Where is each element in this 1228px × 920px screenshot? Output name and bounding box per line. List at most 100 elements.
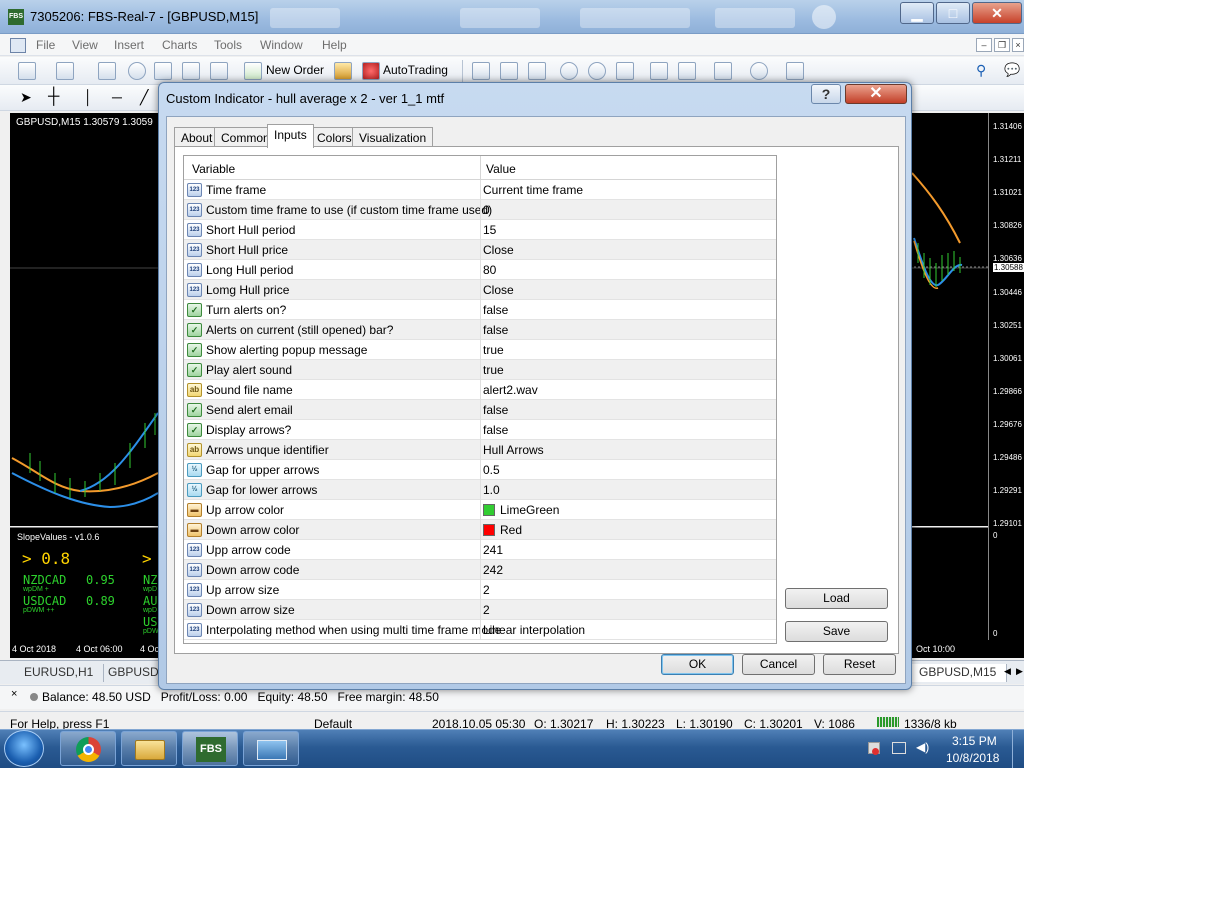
table-row[interactable]: 123 Custom time frame to use (if custom t… bbox=[184, 200, 776, 220]
network-icon[interactable] bbox=[892, 742, 906, 754]
new-chart-icon[interactable] bbox=[18, 62, 36, 80]
mdi-minimize-button[interactable]: – bbox=[976, 38, 992, 52]
line-chart-icon[interactable] bbox=[528, 62, 546, 80]
chat-icon[interactable]: 💬 bbox=[1004, 62, 1020, 78]
data-window-icon[interactable] bbox=[154, 62, 172, 80]
tab-about[interactable]: About bbox=[174, 127, 220, 147]
table-row[interactable]: ab Sound file name alert2.wav bbox=[184, 380, 776, 400]
templates-icon[interactable] bbox=[786, 62, 804, 80]
autotrading-button[interactable]: AutoTrading bbox=[383, 63, 448, 77]
value-cell[interactable]: 241 bbox=[483, 543, 503, 557]
value-cell[interactable]: LimeGreen bbox=[500, 503, 559, 517]
value-cell[interactable]: 15 bbox=[483, 223, 496, 237]
value-cell[interactable]: 242 bbox=[483, 563, 503, 577]
zoom-out-icon[interactable] bbox=[588, 62, 606, 80]
column-header-variable[interactable]: Variable bbox=[192, 162, 235, 176]
volume-icon[interactable]: ◀) bbox=[916, 740, 929, 754]
menu-window[interactable]: Window bbox=[260, 38, 303, 52]
start-button[interactable] bbox=[4, 730, 44, 767]
table-row[interactable]: ½ Gap for lower arrows 1.0 bbox=[184, 480, 776, 500]
value-cell[interactable]: Close bbox=[483, 283, 514, 297]
cursor-icon[interactable]: ➤ bbox=[20, 89, 38, 107]
vertical-line-icon[interactable]: │ bbox=[84, 89, 102, 107]
menu-file[interactable]: File bbox=[36, 38, 55, 52]
value-cell[interactable]: true bbox=[483, 343, 504, 357]
value-cell[interactable]: 1.0 bbox=[483, 483, 500, 497]
value-cell[interactable]: false bbox=[483, 303, 508, 317]
dialog-close-button[interactable]: ✕ bbox=[845, 84, 907, 104]
table-row[interactable]: ✓ Turn alerts on? false bbox=[184, 300, 776, 320]
table-row[interactable]: ✓ Alerts on current (still opened) bar? fa… bbox=[184, 320, 776, 340]
table-row[interactable]: 123 Time frame Current time frame bbox=[184, 180, 776, 200]
maximize-button[interactable]: □ bbox=[936, 2, 970, 24]
menu-charts[interactable]: Charts bbox=[162, 38, 197, 52]
indicators-icon[interactable] bbox=[714, 62, 732, 80]
terminal-icon[interactable] bbox=[182, 62, 200, 80]
table-row[interactable]: 123 Short Hull price Close bbox=[184, 240, 776, 260]
tab-inputs[interactable]: Inputs bbox=[267, 124, 314, 148]
save-button[interactable]: Save bbox=[785, 621, 888, 642]
menu-insert[interactable]: Insert bbox=[114, 38, 144, 52]
mdi-restore-button[interactable]: ❐ bbox=[994, 38, 1010, 52]
value-cell[interactable]: 0 bbox=[483, 203, 490, 217]
clock-time[interactable]: 3:15 PM bbox=[952, 734, 997, 748]
chart-window-icon[interactable] bbox=[10, 38, 26, 53]
zoom-in-icon[interactable] bbox=[560, 62, 578, 80]
terminal-close-icon[interactable]: × bbox=[11, 688, 17, 700]
tile-windows-icon[interactable] bbox=[616, 62, 634, 80]
chart-tab-gbpusd-m15[interactable]: GBPUSD,M15 bbox=[908, 664, 1008, 682]
table-row[interactable]: 123 Upp arrow code 241 bbox=[184, 540, 776, 560]
tab-scroll-right-icon[interactable]: ▶ bbox=[1016, 666, 1023, 677]
table-row[interactable]: 123 Short Hull period 15 bbox=[184, 220, 776, 240]
chart-shift-icon[interactable] bbox=[650, 62, 668, 80]
dialog-help-button[interactable]: ? bbox=[811, 84, 841, 104]
table-row[interactable]: 123 Long Hull period 80 bbox=[184, 260, 776, 280]
table-row[interactable]: ✓ Show alerting popup message true bbox=[184, 340, 776, 360]
table-row[interactable]: 123 Up arrow size 2 bbox=[184, 580, 776, 600]
new-order-button[interactable]: New Order bbox=[266, 63, 324, 77]
navigator-icon[interactable] bbox=[128, 62, 146, 80]
value-cell[interactable]: Close bbox=[483, 243, 514, 257]
load-button[interactable]: Load bbox=[785, 588, 888, 609]
table-row[interactable]: ab Arrows unque identifier Hull Arrows bbox=[184, 440, 776, 460]
search-icon[interactable]: ⚲ bbox=[976, 62, 986, 79]
periods-icon[interactable] bbox=[750, 62, 768, 80]
table-row[interactable]: 123 Lomg Hull price Close bbox=[184, 280, 776, 300]
show-desktop-button[interactable] bbox=[1012, 730, 1024, 768]
metaeditor-icon[interactable] bbox=[334, 62, 352, 80]
table-row[interactable]: 123 Interpolating method when using multi… bbox=[184, 620, 776, 640]
chart-tab-eurusd-h1[interactable]: EURUSD,H1 bbox=[14, 664, 105, 682]
horizontal-line-icon[interactable]: ─ bbox=[112, 89, 130, 107]
table-row[interactable]: ▬ Down arrow color Red bbox=[184, 520, 776, 540]
trendline-icon[interactable]: ╱ bbox=[140, 89, 158, 107]
candlestick-icon[interactable] bbox=[500, 62, 518, 80]
price-chart-left[interactable] bbox=[10, 113, 160, 526]
table-row[interactable]: ✓ Display arrows? false bbox=[184, 420, 776, 440]
table-row[interactable]: 123 Down arrow code 242 bbox=[184, 560, 776, 580]
value-cell[interactable]: Hull Arrows bbox=[483, 443, 544, 457]
table-row[interactable]: 123 Down arrow size 2 bbox=[184, 600, 776, 620]
column-divider[interactable] bbox=[480, 156, 481, 180]
menu-help[interactable]: Help bbox=[322, 38, 347, 52]
autoscroll-icon[interactable] bbox=[678, 62, 696, 80]
value-cell[interactable]: false bbox=[483, 423, 508, 437]
market-watch-icon[interactable] bbox=[98, 62, 116, 80]
value-cell[interactable]: Current time frame bbox=[483, 183, 583, 197]
value-cell[interactable]: Linear interpolation bbox=[483, 623, 585, 637]
table-row[interactable]: ✓ Play alert sound true bbox=[184, 360, 776, 380]
value-cell[interactable]: Red bbox=[500, 523, 522, 537]
value-cell[interactable]: false bbox=[483, 403, 508, 417]
ok-button[interactable]: OK bbox=[661, 654, 734, 675]
table-row[interactable]: ✓ Send alert email false bbox=[184, 400, 776, 420]
tab-scroll-left-icon[interactable]: ◀ bbox=[1004, 666, 1011, 677]
clock-date[interactable]: 10/8/2018 bbox=[946, 751, 999, 765]
taskbar-fbs-button[interactable]: FBS bbox=[182, 731, 238, 766]
bar-chart-icon[interactable] bbox=[472, 62, 490, 80]
value-cell[interactable]: 2 bbox=[483, 603, 490, 617]
table-row[interactable]: ½ Gap for upper arrows 0.5 bbox=[184, 460, 776, 480]
value-cell[interactable]: alert2.wav bbox=[483, 383, 538, 397]
close-window-button[interactable]: ✕ bbox=[972, 2, 1022, 24]
taskbar-chrome-button[interactable] bbox=[60, 731, 116, 766]
menu-tools[interactable]: Tools bbox=[214, 38, 242, 52]
taskbar-photo-button[interactable] bbox=[243, 731, 299, 766]
